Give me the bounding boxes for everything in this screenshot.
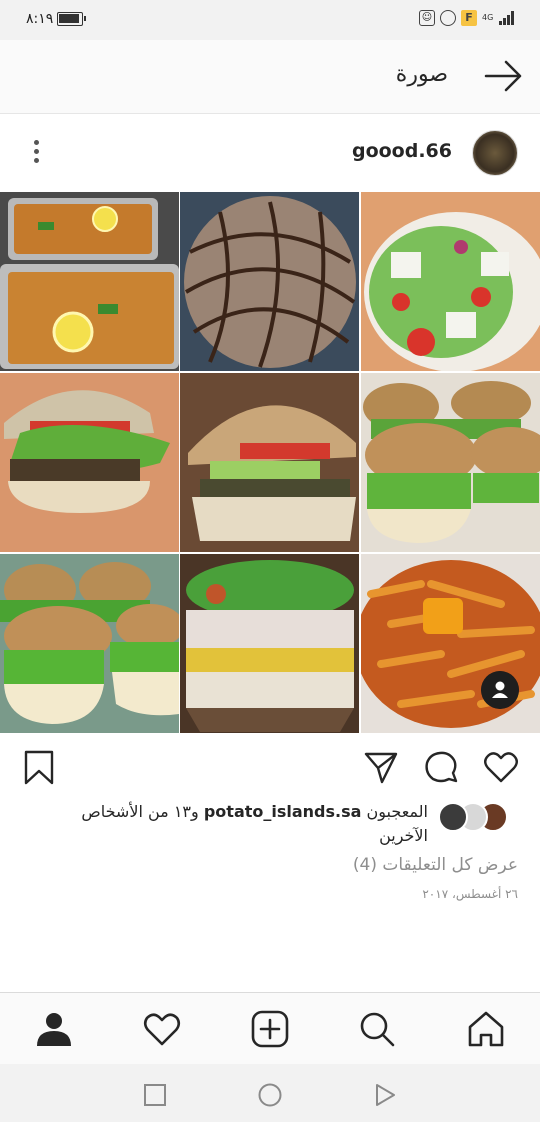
photo-tile-salad — [361, 192, 540, 371]
username[interactable]: goood.66 — [352, 140, 452, 162]
comment-icon[interactable] — [422, 748, 460, 786]
status-time: ٨:١٩ — [26, 11, 54, 27]
post-actions — [0, 740, 540, 794]
bookmark-icon[interactable] — [20, 748, 58, 786]
signal-icon — [499, 11, 514, 25]
likes-prefix: المعجبون — [366, 802, 428, 821]
bottom-tab-bar — [0, 992, 540, 1064]
status-bar: ٨:١٩ ☺ F 4G — [0, 0, 540, 40]
person-tag-icon[interactable] — [481, 671, 519, 709]
activity-heart-icon[interactable] — [142, 1009, 182, 1049]
liker-username[interactable]: potato_islands.sa — [204, 802, 362, 821]
home-circle-icon[interactable] — [257, 1082, 283, 1108]
network-4g-icon: 4G — [482, 13, 494, 22]
likes-summary: المعجبون potato_islands.sa و١٣ من الأشخا… — [0, 798, 540, 850]
app-icon: ☺ — [419, 10, 435, 26]
view-all-comments-link[interactable]: عرض كل التعليقات (4) — [353, 855, 518, 875]
page-title: صورة — [395, 62, 448, 87]
f-badge-icon: F — [461, 10, 477, 26]
status-icons: ☺ F 4G — [419, 10, 514, 26]
profile-icon[interactable] — [34, 1009, 74, 1049]
likes-text: المعجبون potato_islands.sa و١٣ من الأشخا… — [28, 800, 428, 848]
photo-tile-rice-dish — [180, 554, 359, 733]
avatar[interactable] — [472, 130, 518, 176]
app-header: صورة — [0, 40, 540, 114]
send-icon[interactable] — [362, 748, 400, 786]
arrow-right-icon[interactable] — [484, 58, 524, 94]
post-date: ٢٦ أغسطس، ٢٠١٧ — [422, 887, 518, 901]
photo-tile-burger-1 — [0, 373, 179, 552]
system-nav-bar — [0, 1064, 540, 1122]
photo-tile-burgers-plate — [361, 373, 540, 552]
photo-tile-burger-2 — [180, 373, 359, 552]
add-post-icon[interactable] — [250, 1009, 290, 1049]
heart-icon[interactable] — [482, 748, 520, 786]
home-icon[interactable] — [466, 1009, 506, 1049]
photo-tile-burgers-stack — [0, 554, 179, 733]
whatsapp-icon — [440, 10, 456, 26]
battery-icon — [57, 12, 86, 26]
post-header: goood.66 — [0, 114, 540, 192]
photo-tile-pasta — [361, 554, 540, 733]
recents-square-icon[interactable] — [142, 1082, 168, 1108]
back-triangle-icon[interactable] — [372, 1082, 398, 1108]
kebab-menu-icon[interactable] — [28, 140, 44, 166]
post-image[interactable] — [0, 192, 540, 733]
search-icon[interactable] — [357, 1009, 397, 1049]
photo-tile-rice-trays — [0, 192, 179, 371]
liker-avatars[interactable] — [438, 802, 508, 832]
photo-tile-chocolate-pancake — [180, 192, 359, 371]
